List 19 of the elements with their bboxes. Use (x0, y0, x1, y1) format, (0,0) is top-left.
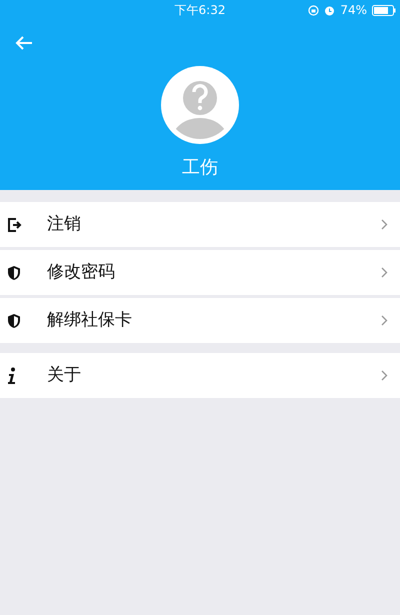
menu-item[interactable]: 修改密码 (0, 250, 400, 295)
avatar-icon (161, 66, 239, 144)
chevron-icon (381, 267, 388, 278)
status-time: 下午6:32 (174, 2, 226, 19)
battery-icon (372, 4, 396, 16)
shield-icon (7, 264, 21, 280)
chevron-icon (381, 219, 388, 230)
battery-percent: 74% (340, 2, 367, 19)
profile-name: 工伤 (182, 156, 218, 180)
alarm-icon (324, 4, 336, 16)
menu-item[interactable]: 解绑社保卡 (0, 298, 400, 343)
info-icon (7, 366, 17, 384)
menu-item[interactable]: 注销 (0, 202, 400, 247)
back-arrow-icon (15, 35, 33, 51)
chevron-icon (381, 370, 388, 381)
shield-icon (7, 312, 21, 328)
chevron-icon (381, 315, 388, 326)
logout-icon (7, 216, 23, 232)
menu-item[interactable]: 关于 (0, 353, 400, 398)
